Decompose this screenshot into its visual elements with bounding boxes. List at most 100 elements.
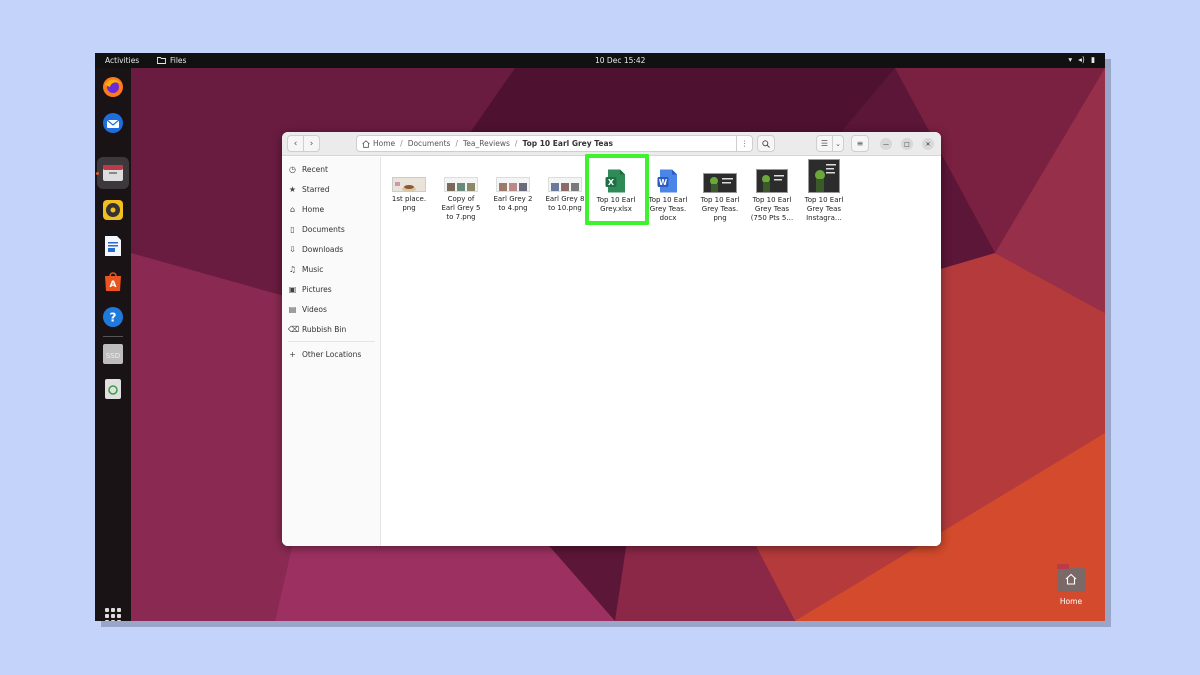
file-item-earl-grey-2-to-4[interactable]: Earl Grey 2 to 4.png xyxy=(487,177,539,213)
sidebar-item-music[interactable]: ♫ Music xyxy=(288,265,323,274)
network-icon: ▾ xyxy=(1068,55,1073,64)
search-icon xyxy=(762,139,770,148)
document-icon: ▯ xyxy=(290,225,295,234)
sidebar-item-label: Music xyxy=(302,265,324,274)
list-view-icon: ☰ xyxy=(820,139,829,148)
image-thumbnail-icon xyxy=(703,173,737,193)
clock[interactable]: 10 Dec 15:42 xyxy=(595,56,645,65)
file-label: Top 10 Earl Grey Teas. docx xyxy=(648,196,688,222)
file-item-top-10-earl-grey-teas-instagram[interactable]: Top 10 Earl Grey Teas Instagra… xyxy=(798,159,850,223)
system-tray[interactable]: ▾ ◂) ▮ xyxy=(1068,55,1095,64)
file-label: Top 10 Earl Grey Teas (750 Pts 5… xyxy=(750,196,794,222)
maximize-button[interactable]: □ xyxy=(901,138,913,150)
trash-icon: ⌫ xyxy=(288,325,300,334)
breadcrumb-current[interactable]: Top 10 Earl Grey Teas xyxy=(522,139,613,148)
battery-icon: ▮ xyxy=(1090,55,1095,64)
svg-text:?: ? xyxy=(110,311,117,325)
sidebar-item-other-locations[interactable]: + Other Locations xyxy=(288,350,361,359)
picture-icon: ▣ xyxy=(288,285,297,294)
app-center-icon[interactable]: A xyxy=(101,269,125,293)
file-item-earl-grey-5-to-7[interactable]: Copy of Earl Grey 5 to 7.png xyxy=(435,177,487,222)
star-icon: ★ xyxy=(288,185,297,194)
file-label: Earl Grey 8 to 10.png xyxy=(545,195,585,212)
file-grid: 1st place. png Copy of Earl Grey 5 to 7.png… xyxy=(382,157,941,546)
file-item-top-10-earl-grey-teas-docx[interactable]: W Top 10 Earl Grey Teas. docx xyxy=(642,169,694,223)
minimize-button[interactable]: — xyxy=(880,138,892,150)
sidebar-item-downloads[interactable]: ⇩ Downloads xyxy=(288,245,343,254)
sidebar-item-documents[interactable]: ▯ Documents xyxy=(288,225,345,234)
writer-icon[interactable] xyxy=(101,234,125,258)
maximize-icon: □ xyxy=(904,140,910,148)
file-label: Top 10 Earl Grey Teas Instagra… xyxy=(804,196,844,222)
download-icon: ⇩ xyxy=(289,245,296,254)
hamburger-menu-icon: ≡ xyxy=(856,139,864,148)
back-button[interactable]: ‹ xyxy=(287,135,304,152)
sidebar-item-starred[interactable]: ★ Starred xyxy=(288,185,330,194)
desktop-home-label: Home xyxy=(1059,597,1083,606)
file-item-top-10-earl-grey-teas-png[interactable]: Top 10 Earl Grey Teas. png xyxy=(694,173,746,223)
app-menu-files[interactable]: Files xyxy=(157,56,186,65)
ssd-drive-icon[interactable]: SSD xyxy=(101,342,125,366)
show-apps-grid-icon[interactable] xyxy=(105,608,121,621)
sidebar-item-recent[interactable]: ◷ Recent xyxy=(288,165,328,174)
home-icon: ⌂ xyxy=(289,205,296,214)
activities-button[interactable]: Activities xyxy=(105,56,139,65)
sidebar-item-label: Videos xyxy=(302,305,327,314)
trash-icon[interactable] xyxy=(101,377,125,401)
file-label: Earl Grey 2 to 4.png xyxy=(493,195,533,212)
file-label: 1st place. png xyxy=(391,195,427,212)
help-icon[interactable]: ? xyxy=(101,305,125,329)
app-menu-label: Files xyxy=(170,56,187,65)
sidebar-item-label: Rubbish Bin xyxy=(302,325,347,334)
breadcrumb-separator: / xyxy=(455,139,458,148)
chevron-right-icon: › xyxy=(309,138,314,149)
forward-button[interactable]: › xyxy=(303,135,320,152)
sidebar-item-label: Other Locations xyxy=(302,350,362,359)
svg-text:A: A xyxy=(110,280,117,290)
sidebar-item-home[interactable]: ⌂ Home xyxy=(288,205,324,214)
search-button[interactable] xyxy=(757,135,775,152)
sidebar-item-label: Home xyxy=(302,205,325,214)
breadcrumb-separator: / xyxy=(400,139,403,148)
clock-icon: ◷ xyxy=(289,165,296,174)
home-icon xyxy=(362,139,370,148)
view-options-button[interactable]: ⌄ xyxy=(832,135,844,152)
dock-separator xyxy=(103,336,123,337)
sidebar-item-pictures[interactable]: ▣ Pictures xyxy=(288,285,332,294)
svg-text:W: W xyxy=(659,178,668,187)
ssd-label: SSD xyxy=(106,352,120,360)
volume-icon: ◂) xyxy=(1078,55,1085,64)
kebab-menu-icon[interactable]: ⋮ xyxy=(736,136,752,151)
chevron-left-icon: ‹ xyxy=(293,138,298,149)
window-headerbar: ‹ › Home / Documents / Tea_Reviews / Top… xyxy=(282,132,941,156)
sidebar-item-rubbish-bin[interactable]: ⌫ Rubbish Bin xyxy=(288,325,346,334)
thunderbird-icon[interactable] xyxy=(101,111,125,135)
rhythmbox-icon[interactable] xyxy=(101,198,125,222)
file-item-1st-place[interactable]: 1st place. png xyxy=(383,177,435,213)
sidebar-item-label: Recent xyxy=(302,165,328,174)
file-item-top-10-earl-grey-teas-750[interactable]: Top 10 Earl Grey Teas (750 Pts 5… xyxy=(746,169,798,223)
folder-icon xyxy=(157,57,166,64)
firefox-icon[interactable] xyxy=(101,75,125,99)
running-indicator xyxy=(96,172,99,175)
desktop-home-folder[interactable]: Home xyxy=(1051,564,1091,606)
sidebar-separator xyxy=(288,341,375,342)
breadcrumb-tea-reviews[interactable]: Tea_Reviews xyxy=(463,139,510,148)
file-item-earl-grey-8-to-10[interactable]: Earl Grey 8 to 10.png xyxy=(539,177,591,213)
files-icon[interactable] xyxy=(101,161,125,185)
sidebar-item-videos[interactable]: ▤ Videos xyxy=(288,305,327,314)
image-thumbnail-icon xyxy=(548,177,582,192)
breadcrumb-documents[interactable]: Documents xyxy=(408,139,451,148)
close-button[interactable]: ✕ xyxy=(922,138,934,150)
breadcrumb-home[interactable]: Home xyxy=(373,139,395,148)
sidebar: ◷ Recent ★ Starred ⌂ Home ▯ Documents ⇩ Downl… xyxy=(282,157,381,546)
view-list-button[interactable]: ☰ xyxy=(816,135,833,152)
video-icon: ▤ xyxy=(288,305,297,314)
desktop-screen: Activities Files 10 Dec 15:42 ▾ ◂) ▮ A ?… xyxy=(95,53,1105,621)
file-label: Copy of Earl Grey 5 to 7.png xyxy=(441,195,481,221)
dock: A ? SSD xyxy=(95,68,131,621)
sidebar-item-label: Documents xyxy=(302,225,345,234)
selection-highlight-box xyxy=(585,154,649,225)
close-icon: ✕ xyxy=(925,140,931,148)
main-menu-button[interactable]: ≡ xyxy=(851,135,869,152)
